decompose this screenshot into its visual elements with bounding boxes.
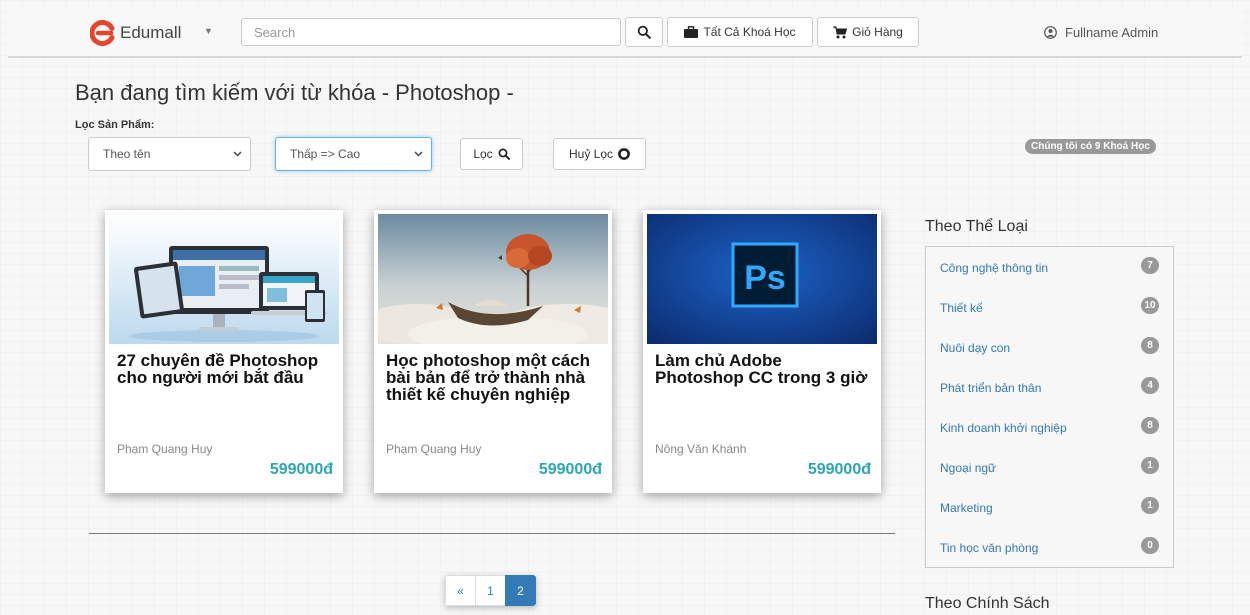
category-item[interactable]: Công nghệ thông tin 7: [926, 247, 1173, 287]
course-card[interactable]: Học photoshop một cách bài bản để trở th…: [374, 210, 612, 493]
sort-price-select[interactable]: Thấp => Cao: [275, 137, 432, 171]
search-input[interactable]: [241, 18, 621, 46]
user-circle-icon: [1044, 26, 1057, 39]
filter-button-label: Lọc: [473, 147, 493, 161]
search-button[interactable]: [625, 17, 663, 47]
search-icon: [498, 148, 510, 160]
course-price: 599000đ: [538, 461, 602, 478]
pagination-page-1[interactable]: 1: [475, 575, 506, 606]
category-count-badge: 1: [1141, 497, 1159, 514]
clear-filter-label: Huỷ Lọc: [568, 147, 614, 161]
user-menu[interactable]: Fullname Admin: [1044, 25, 1158, 40]
filter-label: Lọc Sản Phẩm:: [75, 119, 155, 131]
course-price: 599000đ: [807, 461, 871, 478]
category-name[interactable]: Nuôi dạy con: [940, 341, 1010, 355]
top-navbar: Edumall ▼ Tất Cả Khoá Học Giỏ Hàng Fulln…: [8, 8, 1242, 58]
course-title[interactable]: Học photoshop một cách bài bản để trở th…: [386, 352, 604, 403]
all-courses-button[interactable]: Tất Cả Khoá Học: [667, 17, 813, 47]
category-item[interactable]: Thiết kế 10: [926, 287, 1173, 327]
filter-button[interactable]: Lọc: [460, 138, 523, 170]
chevron-down-icon: [414, 151, 423, 157]
category-heading: Theo Thể Loại: [925, 218, 1028, 235]
brand-link[interactable]: Edumall: [90, 20, 181, 46]
category-count-badge: 8: [1141, 417, 1159, 434]
shopping-cart-icon: [833, 26, 848, 38]
policy-heading: Theo Chính Sách: [925, 595, 1050, 612]
chevron-down-icon: [233, 151, 242, 157]
category-name[interactable]: Tin học văn phòng: [940, 541, 1038, 555]
course-author: Phạm Quang Huy: [386, 442, 482, 456]
monitors-illustration-icon: [109, 214, 339, 344]
category-item[interactable]: Tin học văn phòng 0: [926, 527, 1173, 567]
category-item[interactable]: Kinh doanh khởi nghiệp 8: [926, 407, 1173, 447]
cart-button[interactable]: Giỏ Hàng: [817, 17, 919, 47]
surreal-boat-tree-icon: [378, 214, 608, 344]
course-count-badge: Chúng tôi có 9 Khoá Học: [1025, 139, 1156, 154]
user-name: Fullname Admin: [1065, 25, 1159, 40]
category-item[interactable]: Marketing 1: [926, 487, 1173, 527]
pagination-page-2[interactable]: 2: [505, 575, 536, 606]
category-name[interactable]: Kinh doanh khởi nghiệp: [940, 421, 1067, 435]
clear-filter-button[interactable]: Huỷ Lọc: [553, 138, 646, 170]
sort-name-value: Theo tên: [103, 147, 151, 161]
course-thumbnail[interactable]: [378, 214, 608, 344]
pagination: « 1 2: [445, 575, 536, 606]
edumall-logo-icon: [90, 20, 115, 46]
content-divider: [89, 533, 895, 534]
briefcase-icon: [684, 26, 699, 38]
course-price: 599000đ: [269, 461, 333, 478]
category-count-badge: 0: [1141, 537, 1159, 554]
course-card[interactable]: 27 chuyên đề Photoshop cho người mới bắt…: [105, 210, 343, 493]
all-courses-label: Tất Cả Khoá Học: [703, 25, 796, 39]
course-thumbnail[interactable]: [109, 214, 339, 344]
category-name[interactable]: Marketing: [940, 501, 993, 515]
brand-name: Edumall: [120, 23, 182, 42]
category-count-badge: 4: [1141, 377, 1159, 394]
page-title: Bạn đang tìm kiếm với từ khóa - Photosho…: [75, 80, 514, 105]
search-icon: [637, 25, 651, 39]
category-name[interactable]: Ngoại ngữ: [940, 461, 996, 475]
category-name[interactable]: Thiết kế: [940, 301, 983, 315]
course-title[interactable]: 27 chuyên đề Photoshop cho người mới bắt…: [117, 352, 335, 386]
category-name[interactable]: Phát triển bản thân: [940, 381, 1041, 395]
sort-price-value: Thấp => Cao: [290, 147, 361, 161]
course-author: Phạm Quang Huy: [117, 442, 213, 456]
course-thumbnail[interactable]: Ps: [647, 214, 877, 344]
category-count-badge: 7: [1141, 257, 1159, 274]
course-title[interactable]: Làm chủ Adobe Photoshop CC trong 3 giờ: [655, 352, 873, 386]
chevron-down-icon[interactable]: ▼: [204, 26, 213, 36]
category-item[interactable]: Phát triển bản thân 4: [926, 367, 1173, 407]
svg-text:Ps: Ps: [744, 259, 786, 297]
course-author: Nông Văn Khánh: [655, 442, 747, 456]
photoshop-logo-icon: Ps: [647, 214, 877, 344]
sort-name-select[interactable]: Theo tên: [88, 137, 251, 171]
category-count-badge: 10: [1141, 297, 1159, 314]
category-name[interactable]: Công nghệ thông tin: [940, 261, 1048, 275]
pagination-prev[interactable]: «: [445, 575, 476, 606]
course-card[interactable]: Ps Làm chủ Adobe Photoshop CC trong 3 gi…: [643, 210, 881, 493]
category-item[interactable]: Ngoại ngữ 1: [926, 447, 1173, 487]
category-item[interactable]: Nuôi dạy con 8: [926, 327, 1173, 367]
category-count-badge: 8: [1141, 337, 1159, 354]
category-list: Công nghệ thông tin 7 Thiết kế 10 Nuôi d…: [925, 246, 1174, 568]
cart-label: Giỏ Hàng: [852, 25, 903, 39]
category-count-badge: 1: [1141, 457, 1159, 474]
circle-icon: [618, 148, 630, 160]
